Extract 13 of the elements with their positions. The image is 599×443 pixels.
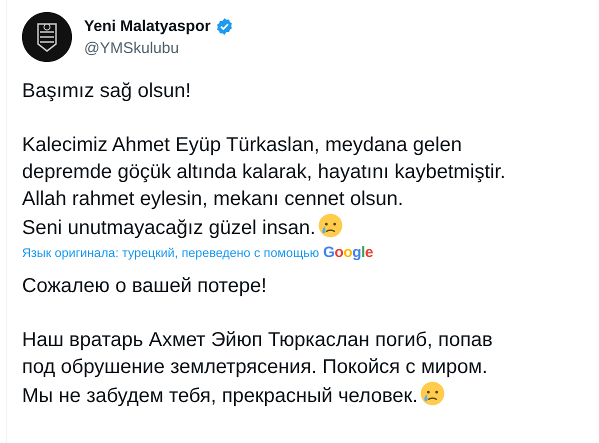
tweet-text: Seni unutmayacağız güzel insan. <box>22 217 316 239</box>
avatar-icon[interactable] <box>22 12 72 62</box>
tweet-text: Сожалею о вашей потере! <box>22 274 267 296</box>
crying-face-icon <box>420 380 445 406</box>
translation-note: Язык оригинала: турецкий, переведено с помощью <box>22 244 320 262</box>
account-name[interactable]: Yeni Malatyaspor <box>84 17 211 37</box>
tweet-text: Başımız sağ olsun! <box>22 80 191 102</box>
google-logo[interactable]: Google <box>323 242 374 264</box>
tweet-text: Мы не забудем тебя, прекрасный человек. <box>22 384 418 406</box>
account-handle[interactable]: @YMSkulubu <box>84 39 234 59</box>
crying-face-icon <box>318 213 343 238</box>
tweet-text: Kalecimiz Ahmet Eyüp Türkaslan, meydana gelen depremde göçük altında kalarak, hayatını kaybetmiştir. Allah rahmet eylesin, mekanı cennet olsun. <box>22 134 506 210</box>
tweet-text: Наш вратарь Ахмет Эйюп Тюркаслан погиб, попав под обрушение землетрясения. Покойся с миром. <box>22 328 493 378</box>
